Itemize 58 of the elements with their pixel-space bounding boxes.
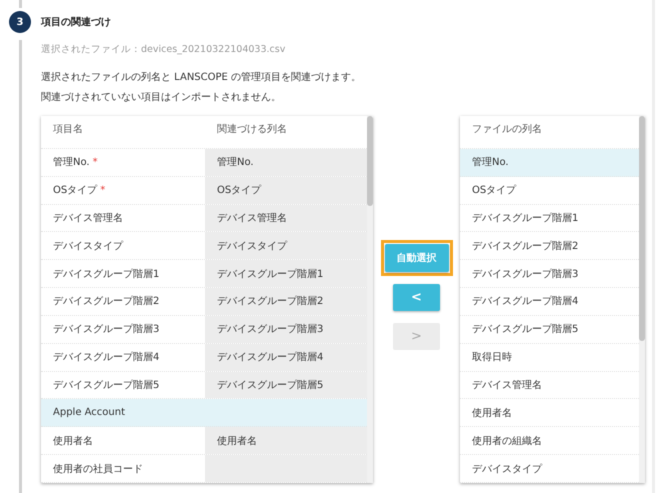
table-row[interactable]: Apple Account [41, 399, 367, 428]
list-item[interactable]: デバイスタイプ [460, 455, 639, 483]
table-cell-text: デバイスグループ階層4 [217, 350, 324, 364]
table-cell-text: デバイスタイプ [53, 240, 123, 253]
table-cell-text: デバイスグループ階層4 [53, 350, 160, 364]
table-row[interactable]: デバイスグループ階層2 デバイスグループ階層2 [41, 288, 367, 316]
description-text: 関連づけされていない項目はインポートされません。 [41, 90, 282, 105]
table-cell-text: OSタイプ [217, 184, 262, 198]
column-header: 関連づける列名 [216, 122, 288, 137]
list-item[interactable]: デバイスグループ階層1 [460, 204, 639, 232]
table-row[interactable]: デバイスグループ階層3 デバイスグループ階層3 [41, 316, 367, 344]
table-cell-text: デバイス管理名 [53, 212, 123, 225]
table-cell-text: デバイスグループ階層3 [217, 322, 324, 336]
table-cell-text: デバイスグループ階層3 [53, 322, 160, 336]
table-cell: Apple Account [53, 407, 126, 418]
table-cell-text: デバイスグループ階層2 [53, 294, 160, 308]
required-mark: * [92, 156, 98, 168]
step-title: 項目の関連づけ [41, 16, 111, 29]
scrollbar[interactable] [639, 116, 645, 483]
table-row[interactable]: デバイス管理名 デバイス管理名 [41, 204, 367, 232]
description-text: 選択されたファイルの列名と LANSCOPE の管理項目を関連づけます。 [41, 70, 362, 85]
table-cell-text: デバイス管理名 [217, 212, 287, 225]
list-item[interactable]: デバイスグループ階層2 [460, 232, 639, 260]
table-cell-text: 使用者名 [53, 434, 93, 448]
table-row[interactable]: OSタイプ * OSタイプ [41, 176, 367, 204]
required-mark: * [100, 184, 106, 196]
table-cell-text: 使用者の社員コード [53, 462, 143, 476]
table-cell-text: デバイスグループ階層1 [53, 268, 160, 281]
list-item[interactable]: OSタイプ [460, 176, 639, 204]
selected-file-label: 選択されたファイル：devices_20210322104033.csv [41, 43, 286, 56]
table-cell-text: デバイスグループ階層5 [217, 378, 324, 392]
list-item[interactable]: 使用者の組織名 [460, 427, 639, 456]
list-item[interactable]: デバイス管理名 [460, 372, 639, 400]
table-row[interactable]: 管理No. * 管理No. [41, 148, 367, 177]
table-row[interactable]: 使用者名 使用者名 [41, 427, 367, 456]
table-cell-text: デバイスグループ階層5 [53, 378, 160, 392]
table-row[interactable]: デバイスタイプ デバイスタイプ [41, 232, 367, 260]
table-cell-text: デバイスグループ階層1 [217, 268, 324, 281]
list-item[interactable]: 管理No. [460, 148, 639, 177]
list-item[interactable]: 取得日時 [460, 344, 639, 372]
table-cell-text: デバイスタイプ [217, 240, 287, 253]
table-row[interactable]: デバイスグループ階層4 デバイスグループ階層4 [41, 344, 367, 372]
table-row[interactable]: デバイスグループ階層1 デバイスグループ階層1 [41, 260, 367, 288]
list-item[interactable]: 使用者名 [460, 399, 639, 428]
table-cell-text: 使用者名 [217, 434, 257, 448]
table-row[interactable]: 使用者の社員コード [41, 455, 367, 483]
column-header: ファイルの列名 [471, 123, 543, 137]
table-cell-text: 管理No. [53, 156, 90, 170]
table-cell-text: 管理No. [217, 156, 254, 170]
step-number: 3 [9, 11, 31, 33]
table-cell-text: OSタイプ [53, 184, 98, 198]
scrollbar[interactable] [367, 116, 373, 483]
list-item[interactable]: デバイスグループ階層3 [460, 260, 639, 288]
column-header: 項目名 [52, 123, 84, 137]
table-cell-text: デバイスグループ階層2 [217, 294, 324, 308]
list-item[interactable]: デバイスグループ階層4 [460, 288, 639, 316]
list-item[interactable]: デバイスグループ階層5 [460, 316, 639, 344]
table-row[interactable]: デバイスグループ階層5 デバイスグループ階層5 [41, 372, 367, 400]
